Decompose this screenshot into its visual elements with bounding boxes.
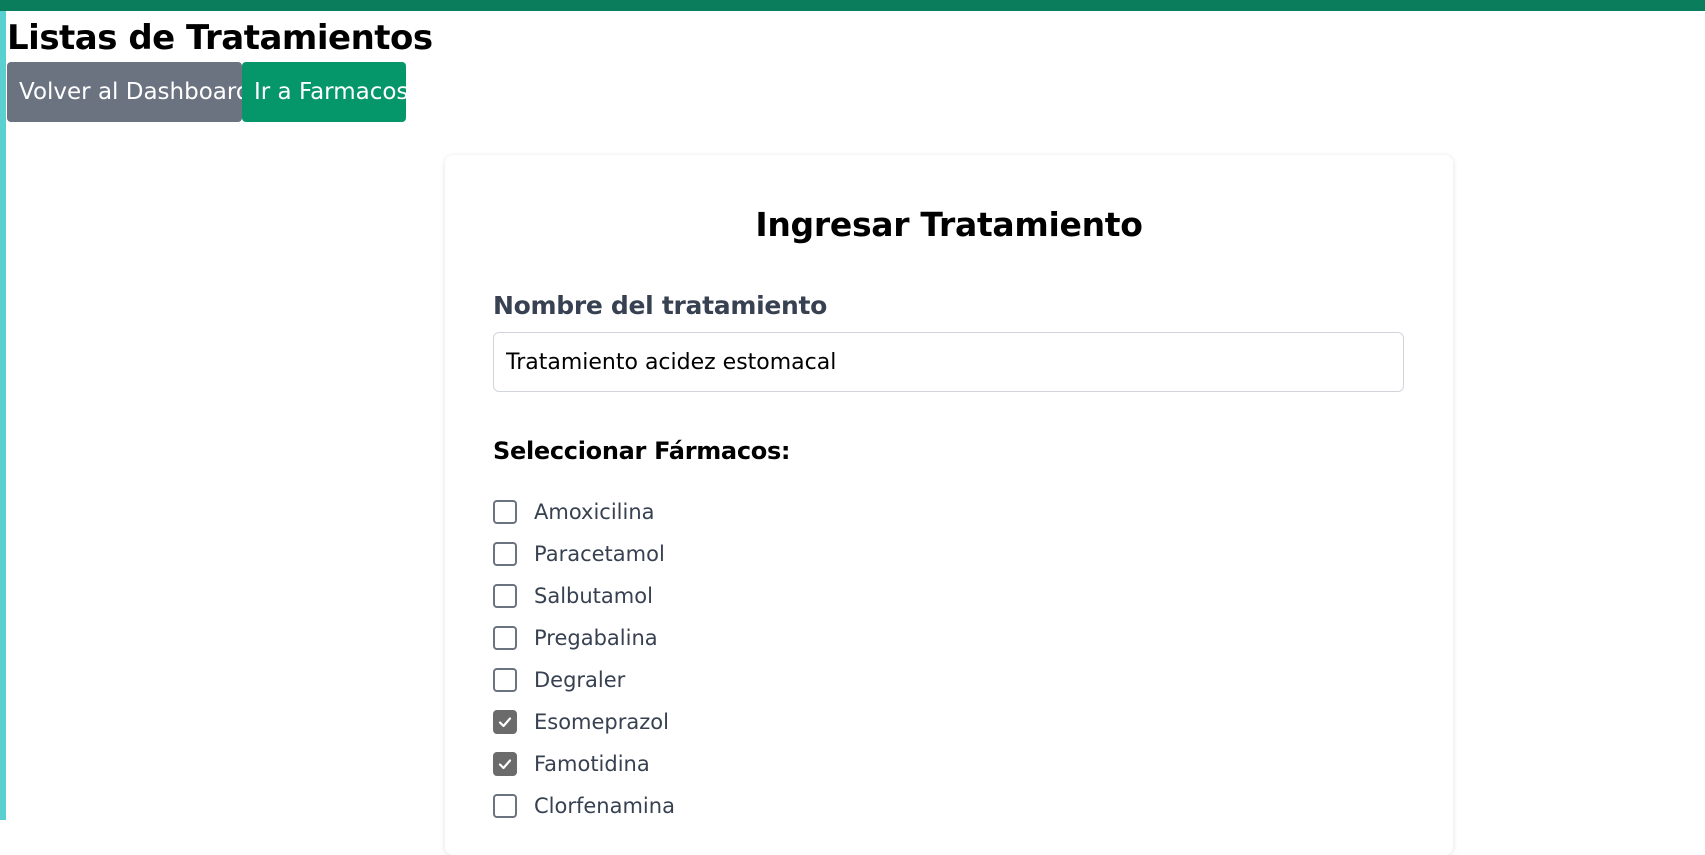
farmaco-checkbox[interactable] xyxy=(493,626,517,650)
form-title: Ingresar Tratamiento xyxy=(755,205,1143,244)
select-farmacos-label: Seleccionar Fármacos: xyxy=(493,437,791,465)
farmaco-item[interactable]: Amoxicilina xyxy=(493,491,675,533)
go-to-farmacos-button[interactable]: Ir a Farmacos xyxy=(242,62,408,122)
back-to-dashboard-button[interactable]: Volver al Dashboard xyxy=(7,62,251,122)
farmaco-item[interactable]: Degraler xyxy=(493,659,675,701)
farmaco-item[interactable]: Paracetamol xyxy=(493,533,675,575)
farmaco-label: Degraler xyxy=(534,668,626,692)
farmaco-label: Amoxicilina xyxy=(534,500,655,524)
farmaco-checkbox[interactable] xyxy=(493,794,517,818)
treatment-form-card: Ingresar Tratamiento Nombre del tratamie… xyxy=(445,155,1453,855)
farmaco-label: Clorfenamina xyxy=(534,794,675,818)
treatment-name-input[interactable] xyxy=(493,332,1404,392)
farmaco-checkbox-list: Amoxicilina Paracetamol Salbutamol Pregabal… xyxy=(493,491,675,827)
farmaco-label: Salbutamol xyxy=(534,584,653,608)
nav-buttons: Volver al Dashboard Ir a Farmacos xyxy=(7,62,408,122)
page-title: Listas de Tratamientos xyxy=(7,18,433,58)
farmaco-checkbox[interactable] xyxy=(493,752,517,776)
checkmark-icon xyxy=(498,717,512,728)
checkmark-icon xyxy=(498,759,512,770)
farmaco-item[interactable]: Esomeprazol xyxy=(493,701,675,743)
farmaco-label: Esomeprazol xyxy=(534,710,669,734)
farmaco-item[interactable]: Famotidina xyxy=(493,743,675,785)
farmaco-checkbox[interactable] xyxy=(493,668,517,692)
farmaco-checkbox[interactable] xyxy=(493,500,517,524)
farmaco-label: Pregabalina xyxy=(534,626,658,650)
farmaco-item[interactable]: Pregabalina xyxy=(493,617,675,659)
farmaco-checkbox[interactable] xyxy=(493,542,517,566)
top-bar xyxy=(0,0,1705,11)
left-strip xyxy=(0,11,6,820)
farmaco-item[interactable]: Clorfenamina xyxy=(493,785,675,827)
farmaco-checkbox[interactable] xyxy=(493,710,517,734)
farmaco-checkbox[interactable] xyxy=(493,584,517,608)
treatment-name-label: Nombre del tratamiento xyxy=(493,291,828,320)
farmaco-label: Famotidina xyxy=(534,752,650,776)
farmaco-label: Paracetamol xyxy=(534,542,665,566)
farmaco-item[interactable]: Salbutamol xyxy=(493,575,675,617)
